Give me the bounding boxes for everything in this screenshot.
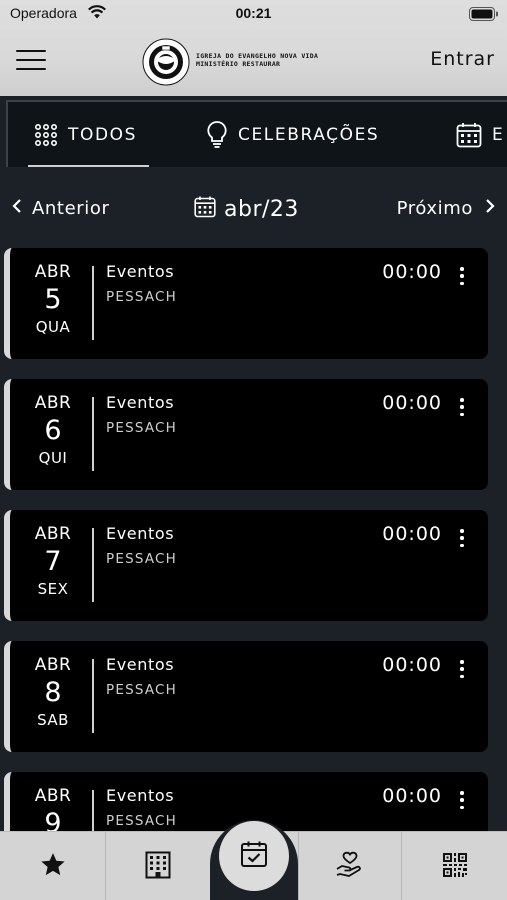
- event-date: ABR 8 SAB: [26, 655, 80, 729]
- tab-label: E: [492, 124, 505, 145]
- event-date: ABR 9: [26, 786, 80, 831]
- event-month: ABR: [34, 524, 72, 544]
- donations-tab[interactable]: [299, 832, 401, 900]
- grid-dots-icon: [34, 123, 58, 147]
- event-title: PESSACH: [106, 682, 178, 698]
- divider: [92, 528, 94, 602]
- event-weekday: QUA: [35, 318, 71, 336]
- event-month: ABR: [34, 262, 72, 282]
- event-category: Eventos: [106, 655, 175, 674]
- status-bar: Operadora 00:21: [0, 0, 507, 28]
- event-weekday: SAB: [37, 711, 69, 729]
- logo-text: IGREJA DO EVANGELHO NOVA VIDA MINISTÉRIO…: [196, 52, 319, 68]
- agenda-tab-button[interactable]: [219, 821, 289, 891]
- clock: 00:21: [235, 5, 272, 21]
- qr-code-tab[interactable]: [402, 832, 507, 900]
- more-options-icon[interactable]: [454, 526, 470, 550]
- hamburger-icon: [16, 50, 46, 52]
- event-month: ABR: [34, 655, 72, 675]
- event-title: PESSACH: [106, 813, 178, 829]
- previous-month-label: Anterior: [32, 198, 110, 219]
- divider: [92, 790, 94, 831]
- event-day: 8: [44, 677, 62, 708]
- event-time: 00:00: [382, 392, 442, 414]
- event-day: 6: [44, 415, 62, 446]
- event-list: ABR 5 QUA Eventos PESSACH 00:00 ABR 6 QU…: [0, 247, 507, 831]
- more-options-icon[interactable]: [454, 264, 470, 288]
- event-time: 00:00: [382, 523, 442, 545]
- building-icon: [145, 851, 171, 883]
- calendar-icon: [194, 196, 216, 222]
- qr-code-icon: [442, 852, 468, 882]
- event-time: 00:00: [382, 785, 442, 807]
- more-options-icon[interactable]: [454, 657, 470, 681]
- more-options-icon[interactable]: [454, 788, 470, 812]
- church-logo: IGREJA DO EVANGELHO NOVA VIDA MINISTÉRIO…: [142, 38, 342, 86]
- previous-month-button[interactable]: Anterior: [12, 198, 109, 219]
- chevron-left-icon: [12, 198, 22, 219]
- event-weekday: SEX: [37, 580, 69, 598]
- event-day: 5: [44, 284, 62, 315]
- event-category: Eventos: [106, 262, 175, 281]
- event-day: 9: [44, 808, 62, 831]
- divider: [92, 659, 94, 733]
- event-category: Eventos: [106, 393, 175, 412]
- login-button[interactable]: Entrar: [430, 48, 495, 70]
- calendar-check-icon: [240, 840, 268, 872]
- more-options-icon[interactable]: [454, 395, 470, 419]
- event-month: ABR: [34, 786, 72, 806]
- event-month: ABR: [34, 393, 72, 413]
- calendar-icon: [456, 122, 482, 148]
- chevron-right-icon: [485, 198, 495, 219]
- event-date: ABR 7 SEX: [26, 524, 80, 598]
- divider: [92, 266, 94, 340]
- current-month-label: abr/23: [224, 196, 299, 222]
- divider: [92, 397, 94, 471]
- event-card[interactable]: ABR 7 SEX Eventos PESSACH 00:00: [4, 510, 488, 621]
- app-header: Operadora 00:21 IGREJA DO EVANGELHO NOVA…: [0, 0, 507, 96]
- tab-todos[interactable]: TODOS: [27, 102, 150, 167]
- event-card[interactable]: ABR 6 QUI Eventos PESSACH 00:00: [4, 379, 488, 490]
- event-title: PESSACH: [106, 551, 178, 567]
- event-card[interactable]: ABR 8 SAB Eventos PESSACH 00:00: [4, 641, 488, 752]
- next-month-button[interactable]: Próximo: [397, 198, 495, 219]
- lightbulb-icon: [206, 120, 228, 150]
- event-time: 00:00: [382, 654, 442, 676]
- tab-eventos[interactable]: E: [456, 102, 504, 167]
- event-title: PESSACH: [106, 289, 178, 305]
- tab-celebracoes[interactable]: CELEBRAÇÕES: [206, 102, 379, 167]
- event-card[interactable]: ABR 5 QUA Eventos PESSACH 00:00: [4, 248, 488, 359]
- menu-button[interactable]: [16, 50, 46, 72]
- hand-heart-icon: [335, 851, 365, 883]
- next-month-label: Próximo: [396, 198, 473, 219]
- event-date: ABR 5 QUA: [26, 262, 80, 336]
- current-month-selector[interactable]: abr/23: [194, 196, 299, 222]
- event-time: 00:00: [382, 261, 442, 283]
- church-seal-icon: [142, 38, 190, 86]
- event-category: Eventos: [106, 786, 175, 805]
- month-navigation: Anterior abr/23 Próximo: [0, 192, 507, 232]
- event-category: Eventos: [106, 524, 175, 543]
- event-day: 7: [44, 546, 62, 577]
- event-weekday: QUI: [38, 449, 68, 467]
- church-info-tab[interactable]: [106, 832, 210, 900]
- category-tabs: TODOS CELEBRAÇÕES E: [6, 100, 507, 167]
- tab-label: CELEBRAÇÕES: [238, 124, 380, 145]
- favorites-tab[interactable]: [0, 832, 105, 900]
- event-title: PESSACH: [106, 420, 178, 436]
- star-icon: [39, 851, 67, 883]
- event-date: ABR 6 QUI: [26, 393, 80, 467]
- tab-label: TODOS: [68, 124, 138, 145]
- battery-icon: [469, 6, 499, 25]
